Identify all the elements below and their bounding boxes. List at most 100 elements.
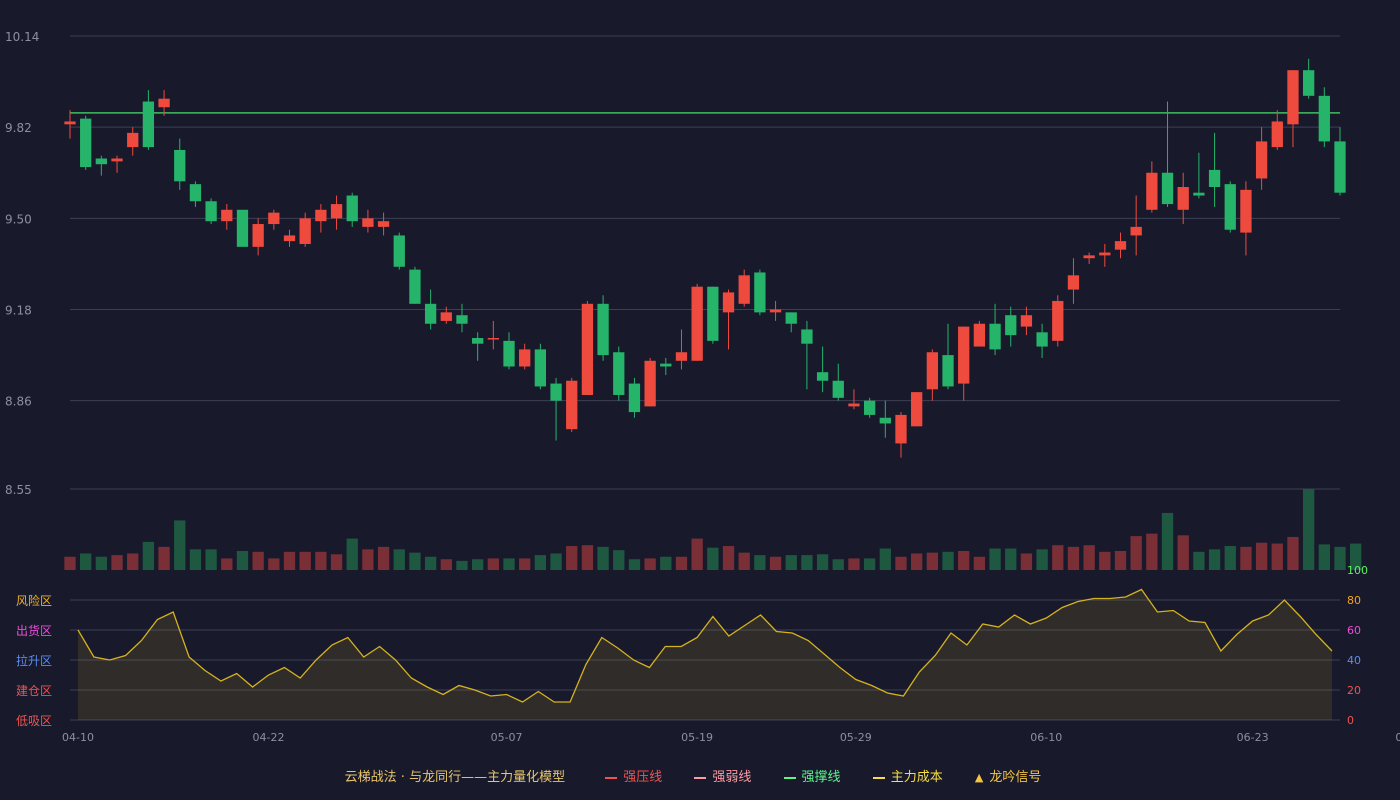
volume-bar: [942, 551, 954, 570]
legend-support-label: 强撑线: [801, 770, 841, 785]
candle-body: [1036, 332, 1048, 347]
volume-bar: [1334, 546, 1346, 570]
candle-body: [895, 414, 907, 444]
x-tick-label: 07-03: [1395, 731, 1400, 744]
volume-bar: [330, 554, 343, 570]
legend-item-cost[interactable]: 主力成本: [872, 770, 943, 785]
volume-bar: [1318, 544, 1330, 570]
candle-body: [848, 403, 860, 407]
volume-bar: [1193, 551, 1205, 570]
volume-bar: [503, 558, 515, 570]
volume-bar: [299, 551, 311, 570]
candle-body: [628, 383, 641, 413]
volume-bar: [534, 555, 547, 570]
legend-strength-label: 强弱线: [712, 770, 752, 785]
candle-body: [1020, 315, 1033, 327]
volume-bar: [1302, 489, 1315, 570]
candle-body: [440, 312, 452, 321]
oscillator-area: [78, 589, 1332, 720]
volume-bar: [801, 555, 813, 570]
candle-body: [989, 323, 1001, 350]
volume-bar: [958, 550, 970, 570]
volume-bar: [1255, 542, 1268, 570]
volume-bar: [95, 556, 108, 570]
zone-label: 风险区: [16, 593, 52, 608]
candle-body: [691, 286, 703, 361]
candle-body: [879, 417, 891, 424]
volume-bar: [189, 549, 202, 570]
volume-bar: [158, 546, 170, 570]
legend-signal-symbol: ▲: [974, 771, 984, 784]
volume-bar: [64, 556, 76, 570]
candle-body: [409, 269, 421, 304]
candle-body: [769, 309, 782, 313]
candle-body: [816, 372, 829, 381]
volume-bar: [926, 552, 938, 570]
candle-body: [205, 201, 217, 222]
kline-chart: 10.14 9.82 9.50 9.18 8.86 8.55 100 80 60 40 20 0 风险区…: [5, 30, 1400, 744]
legend-item-resistance[interactable]: 强压线: [605, 770, 662, 785]
candle-body: [581, 303, 594, 395]
volume-bar: [221, 558, 233, 570]
candle-body: [738, 275, 750, 304]
candle-body: [1318, 95, 1330, 142]
volume-bar: [127, 553, 139, 570]
volume-bar: [769, 556, 782, 570]
candle-body: [1130, 226, 1142, 236]
candle-body: [252, 224, 264, 247]
volume-bar: [848, 558, 860, 570]
legend-item-signal[interactable]: ▲ 龙吟信号: [975, 770, 1041, 785]
candle-body: [283, 235, 296, 242]
oscillator-tick-label: 40: [1347, 654, 1361, 667]
volume-bar: [487, 558, 499, 570]
candle-body: [613, 352, 625, 395]
candle-body: [1302, 70, 1315, 96]
volume-bar: [628, 559, 641, 570]
candle-body: [519, 349, 531, 367]
volume-bar: [1146, 533, 1158, 570]
candle-body: [1255, 141, 1268, 179]
volume-bar: [424, 556, 437, 570]
volume-bar: [613, 550, 625, 570]
volume-bar: [1177, 535, 1189, 570]
candle-body: [754, 272, 766, 313]
volume-bar: [472, 559, 484, 570]
zone-label: 建仓区: [16, 684, 52, 698]
volume-bar: [1114, 550, 1127, 570]
candle-body: [1271, 121, 1283, 148]
volume-bar: [879, 548, 891, 570]
volume-bar: [691, 538, 703, 570]
volume-bar: [597, 546, 609, 570]
candle-body: [707, 286, 719, 341]
candle-body: [911, 392, 923, 427]
candle-body: [456, 315, 468, 324]
x-tick-label: 05-29: [840, 731, 872, 744]
candle-body: [1287, 70, 1299, 125]
volume-bar: [393, 549, 405, 570]
volume-bar: [80, 553, 92, 570]
volume-bar: [1161, 512, 1174, 570]
volume-bar: [722, 546, 735, 570]
volume-bar: [738, 552, 750, 570]
volume-bar: [644, 558, 656, 570]
legend-item-strength[interactable]: 强弱线: [694, 770, 751, 785]
volume-bar: [989, 548, 1001, 570]
legend-item-support[interactable]: 强撑线: [783, 770, 841, 785]
candle-body: [330, 204, 343, 219]
volume-bar: [440, 559, 452, 570]
volume-bar: [1287, 536, 1299, 570]
volume-bar: [1130, 536, 1142, 570]
legend-title: 云梯战法 · 与龙同行——主力量化模型: [344, 770, 566, 785]
candle-body: [111, 158, 123, 162]
candle-body: [268, 212, 280, 225]
legend-cost-label: 主力成本: [890, 770, 943, 785]
volume-bar: [377, 546, 390, 570]
candle-body: [1067, 275, 1080, 290]
candle-body: [1146, 172, 1158, 210]
volume-bar: [205, 549, 217, 570]
candle-body: [722, 292, 735, 313]
candle-body: [1161, 172, 1174, 205]
candle-body: [158, 98, 170, 108]
price-tick-label: 10.14: [5, 30, 39, 44]
candle-body: [942, 355, 954, 387]
